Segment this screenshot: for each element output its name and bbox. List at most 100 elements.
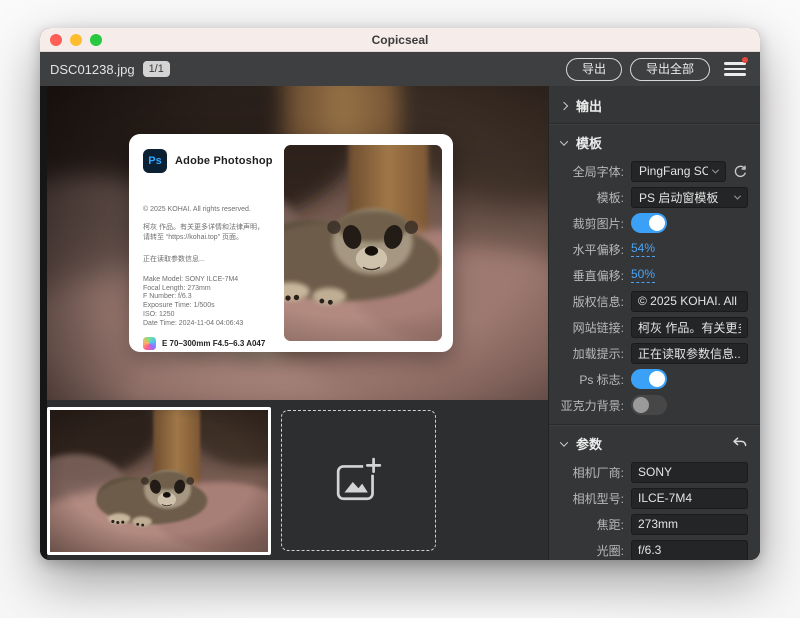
zoom-window-button[interactable]: [90, 34, 102, 46]
template-panel-title: 模板: [576, 133, 602, 152]
thumbnail-photo: [50, 410, 268, 552]
exif-exposure-time: Exposure Time: 1/500s: [143, 302, 279, 311]
copyright-info-input[interactable]: [631, 291, 748, 312]
camera-model-input[interactable]: [631, 488, 748, 509]
panel-divider: [549, 424, 760, 425]
lens-rainbow-icon: [143, 337, 156, 350]
app-window: Copicseal DSC01238.jpg 1/1 导出 导出全部 Ps: [40, 28, 760, 560]
camera-make-input[interactable]: [631, 462, 748, 483]
crop-image-label: 裁剪图片:: [549, 215, 631, 232]
watermark-about-line2: 请转至 “https://kohai.top” 页面。: [143, 233, 279, 242]
vertical-offset-value[interactable]: 50%: [631, 267, 655, 283]
output-panel-title: 输出: [576, 96, 602, 115]
template-select[interactable]: PS 启动窗模板: [631, 187, 748, 208]
filmstrip: [47, 400, 548, 560]
exif-date-time: Date Time: 2024-11-04 04:06:43: [143, 320, 279, 329]
watermark-brand-row: Ps Adobe Photoshop: [143, 149, 279, 173]
row-horizontal-offset: 水平偏移: 54%: [549, 236, 760, 262]
window-title: Copicseal: [40, 33, 760, 47]
horizontal-offset-label: 水平偏移:: [549, 241, 631, 258]
exif-f-number: F Number: f/6.3: [143, 293, 279, 302]
camera-make-label: 相机厂商:: [549, 464, 631, 481]
row-camera-model: 相机型号:: [549, 485, 760, 511]
global-font-label: 全局字体:: [549, 163, 631, 180]
website-link-input[interactable]: [631, 317, 748, 338]
titlebar: Copicseal: [40, 28, 760, 52]
watermark-app-name: Adobe Photoshop: [175, 155, 273, 167]
camera-model-label: 相机型号:: [549, 490, 631, 507]
vertical-offset-label: 垂直偏移:: [549, 267, 631, 284]
watermark-exif-block: Make Model: SONY ILCE-7M4 Focal Length: …: [143, 276, 279, 329]
photoshop-logo-icon: Ps: [143, 149, 167, 173]
crop-image-toggle[interactable]: [631, 213, 667, 233]
aperture-label: 光圈:: [549, 542, 631, 559]
row-crop-image: 裁剪图片:: [549, 210, 760, 236]
loading-hint-input[interactable]: [631, 343, 748, 364]
notification-dot: [742, 57, 748, 63]
export-all-button[interactable]: 导出全部: [630, 58, 710, 81]
watermark-lens-row: E 70–300mm F4.5–6.3 A047: [143, 337, 279, 350]
chevron-down-icon: [734, 192, 741, 199]
acrylic-background-label: 亚克力背景:: [549, 397, 631, 414]
add-image-icon: [334, 457, 384, 505]
loading-hint-label: 加载提示:: [549, 345, 631, 362]
watermark-lens-name: E 70–300mm F4.5–6.3 A047: [162, 339, 265, 348]
chevron-right-icon: [560, 101, 568, 109]
copyright-info-label: 版权信息:: [549, 293, 631, 310]
row-loading-hint: 加载提示:: [549, 340, 760, 366]
horizontal-offset-value[interactable]: 54%: [631, 241, 655, 257]
panel-divider: [549, 123, 760, 124]
aperture-input[interactable]: [631, 540, 748, 561]
watermark-copyright: © 2025 KOHAI. All rights reserved.: [143, 205, 279, 214]
watermark-about-line1: 柯灰 作品。有关更多详情和法律声明，: [143, 223, 279, 232]
thumbnail-selected[interactable]: [47, 407, 271, 555]
hamburger-menu-icon[interactable]: [724, 60, 746, 78]
traffic-lights: [50, 34, 102, 46]
chevron-down-icon: [712, 166, 719, 173]
add-images-dropzone[interactable]: [281, 410, 436, 551]
refresh-fonts-button[interactable]: [733, 164, 748, 179]
current-filename: DSC01238.jpg: [50, 62, 135, 77]
minimize-window-button[interactable]: [70, 34, 82, 46]
watermark-card[interactable]: Ps Adobe Photoshop © 2025 KOHAI. All rig…: [129, 134, 453, 352]
row-camera-make: 相机厂商:: [549, 459, 760, 485]
row-copyright-info: 版权信息:: [549, 288, 760, 314]
export-button[interactable]: 导出: [566, 58, 622, 81]
row-vertical-offset: 垂直偏移: 50%: [549, 262, 760, 288]
panel-header-output[interactable]: 输出: [549, 90, 760, 121]
row-aperture: 光圈:: [549, 537, 760, 560]
row-acrylic-background: 亚克力背景:: [549, 392, 760, 418]
focal-length-input[interactable]: [631, 514, 748, 535]
focal-length-label: 焦距:: [549, 516, 631, 533]
global-font-select[interactable]: PingFang SC: [631, 161, 726, 182]
exif-make-model: Make Model: SONY ILCE-7M4: [143, 276, 279, 285]
photo-preview[interactable]: Ps Adobe Photoshop © 2025 KOHAI. All rig…: [47, 86, 548, 400]
row-global-font: 全局字体: PingFang SC: [549, 158, 760, 184]
panel-header-params[interactable]: 参数: [549, 428, 760, 459]
row-template: 模板: PS 启动窗模板: [549, 184, 760, 210]
toolbar: DSC01238.jpg 1/1 导出 导出全部: [40, 52, 760, 86]
reset-params-button[interactable]: [732, 437, 748, 450]
chevron-down-icon: [560, 137, 568, 145]
chevron-down-icon: [560, 438, 568, 446]
exif-iso: ISO: 1250: [143, 311, 279, 320]
watermark-loading-text: 正在读取参数信息...: [143, 255, 279, 264]
panel-header-template[interactable]: 模板: [549, 127, 760, 158]
watermark-card-photo: [284, 145, 442, 341]
settings-sidebar: 输出 模板 全局字体: PingFang SC: [548, 86, 760, 560]
params-panel-title: 参数: [576, 434, 602, 453]
template-label: 模板:: [549, 189, 631, 206]
row-focal-length: 焦距:: [549, 511, 760, 537]
close-window-button[interactable]: [50, 34, 62, 46]
ps-logo-label: Ps 标志:: [549, 371, 631, 388]
content-area: Ps Adobe Photoshop © 2025 KOHAI. All rig…: [40, 86, 760, 560]
website-link-label: 网站链接:: [549, 319, 631, 336]
row-ps-logo: Ps 标志:: [549, 366, 760, 392]
main-area: Ps Adobe Photoshop © 2025 KOHAI. All rig…: [40, 86, 548, 560]
watermark-card-text-column: Ps Adobe Photoshop © 2025 KOHAI. All rig…: [143, 145, 279, 341]
image-counter-badge: 1/1: [143, 61, 170, 77]
ps-logo-toggle[interactable]: [631, 369, 667, 389]
exif-focal-length: Focal Length: 273mm: [143, 285, 279, 294]
acrylic-background-toggle[interactable]: [631, 395, 667, 415]
row-website-link: 网站链接:: [549, 314, 760, 340]
